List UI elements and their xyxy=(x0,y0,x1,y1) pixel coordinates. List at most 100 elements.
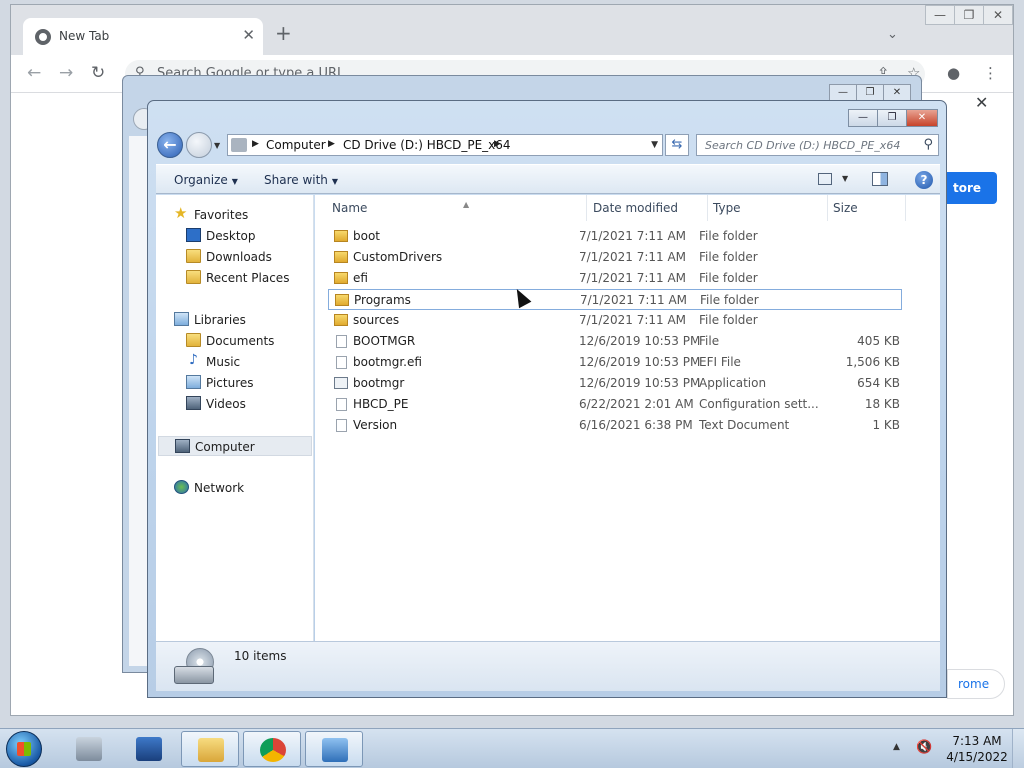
item-count: 10 items xyxy=(234,649,287,663)
nav-pictures[interactable]: Pictures xyxy=(186,373,306,393)
file-row[interactable]: Version 6/16/2021 6:38 PM Text Document 1 K… xyxy=(328,415,902,436)
start-button[interactable] xyxy=(6,731,42,767)
view-options-chevron-icon[interactable]: ▼ xyxy=(842,174,848,183)
file-row[interactable]: sources 7/1/2021 7:11 AM File folder xyxy=(328,310,902,331)
reload-icon[interactable]: ↻ xyxy=(91,63,105,83)
ntp-customize-chrome-button[interactable]: rome xyxy=(947,669,1005,699)
file-row[interactable]: BOOTMGR 12/6/2019 10:53 PM File 405 KB xyxy=(328,331,902,352)
clock[interactable]: 7:13 AM 4/15/2022 xyxy=(946,733,1008,765)
app-icon xyxy=(334,377,348,389)
ntp-close-icon[interactable]: ✕ xyxy=(975,93,988,112)
back-arrow-icon[interactable]: ← xyxy=(27,63,41,83)
nav-label: Recent Places xyxy=(206,271,290,285)
tab-close-icon[interactable]: ✕ xyxy=(242,26,255,44)
address-chevron-down-icon[interactable]: ▼ xyxy=(651,140,658,150)
nav-computer[interactable]: Computer xyxy=(158,436,312,456)
folder-icon xyxy=(334,314,348,326)
taskbar-control-panel[interactable] xyxy=(305,731,363,767)
file-row[interactable]: boot 7/1/2021 7:11 AM File folder xyxy=(328,226,902,247)
taskbar-powershell[interactable] xyxy=(120,731,178,767)
file-name: HBCD_PE xyxy=(353,397,409,411)
volume-muted-icon[interactable]: 🔇 xyxy=(916,740,932,755)
chrome-icon xyxy=(260,738,286,762)
file-date: 12/6/2019 10:53 PM xyxy=(579,355,701,369)
file-size: 405 KB xyxy=(857,334,900,348)
file-date: 6/16/2021 6:38 PM xyxy=(579,418,693,432)
nav-network[interactable]: Network xyxy=(174,478,304,498)
address-bar[interactable]: ▶ Computer ▶ CD Drive (D:) HBCD_PE_x64 ▶… xyxy=(227,134,663,156)
tab-search-chevron-icon[interactable]: ⌄ xyxy=(887,27,898,42)
file-size: 18 KB xyxy=(864,397,900,411)
new-tab-button[interactable]: + xyxy=(275,23,292,43)
breadcrumb-cd-drive[interactable]: CD Drive (D:) HBCD_PE_x64 xyxy=(343,138,511,152)
maximize-button[interactable]: ❐ xyxy=(954,5,984,25)
nav-documents[interactable]: Documents xyxy=(186,331,306,351)
close-button[interactable]: ✕ xyxy=(906,109,938,127)
column-header-type[interactable]: Type xyxy=(708,195,828,221)
menu-kebab-icon[interactable]: ⋮ xyxy=(983,64,998,82)
search-input[interactable]: Search CD Drive (D:) HBCD_PE_x64 ⚲ xyxy=(696,134,939,156)
show-desktop-button[interactable] xyxy=(1012,729,1024,768)
recent-pages-chevron-icon[interactable]: ▼ xyxy=(214,141,220,150)
chrome-window-controls: — ❐ ✕ xyxy=(925,5,1013,25)
share-with-button[interactable]: Share with ▼ xyxy=(264,173,338,187)
nav-label: Videos xyxy=(206,397,246,411)
taskbar-chrome[interactable] xyxy=(243,731,301,767)
minimize-button[interactable]: — xyxy=(925,5,955,25)
file-name: CustomDrivers xyxy=(353,250,443,264)
nav-desktop[interactable]: Desktop xyxy=(186,226,306,246)
column-header-date[interactable]: Date modified xyxy=(588,195,708,221)
preview-pane-icon[interactable] xyxy=(872,172,888,186)
star-icon: ★ xyxy=(174,204,188,222)
file-icon xyxy=(336,356,347,369)
ntp-store-button[interactable]: tore xyxy=(943,172,997,204)
breadcrumb-computer[interactable]: Computer xyxy=(266,138,326,152)
file-name: boot xyxy=(353,229,381,243)
file-type: EFI File xyxy=(699,355,741,369)
nav-music[interactable]: ♪ Music xyxy=(186,352,306,372)
forward-arrow-icon[interactable]: → xyxy=(59,63,73,83)
file-row[interactable]: bootmgr 12/6/2019 10:53 PM Application 654 … xyxy=(328,373,902,394)
file-row[interactable]: CustomDrivers 7/1/2021 7:11 AM File folder xyxy=(328,247,902,268)
file-date: 12/6/2019 10:53 PM xyxy=(579,376,701,390)
forward-button[interactable] xyxy=(186,132,212,158)
command-bar: Organize ▼ Share with ▼ ▼ ? xyxy=(156,164,940,194)
file-row[interactable]: bootmgr.efi 12/6/2019 10:53 PM EFI File 1,5… xyxy=(328,352,902,373)
organize-button[interactable]: Organize ▼ xyxy=(174,173,238,187)
server-manager-icon xyxy=(76,737,102,761)
nav-libraries[interactable]: Libraries xyxy=(174,310,304,330)
file-type: File folder xyxy=(699,229,758,243)
nav-label: Downloads xyxy=(206,250,272,264)
breadcrumb-arrow-icon[interactable]: ▶ xyxy=(494,139,501,149)
back-button[interactable]: ← xyxy=(157,132,183,158)
column-header-name[interactable]: ▲ Name xyxy=(327,195,587,221)
file-row[interactable]: Programs 7/1/2021 7:11 AM File folder xyxy=(328,289,902,310)
nav-recent-places[interactable]: Recent Places xyxy=(186,268,306,288)
change-view-icon[interactable] xyxy=(818,173,832,185)
taskbar-server-manager[interactable] xyxy=(60,731,118,767)
breadcrumb-arrow-icon[interactable]: ▶ xyxy=(328,139,335,149)
documents-icon xyxy=(186,333,201,347)
maximize-button[interactable]: ❐ xyxy=(877,109,907,127)
refresh-button[interactable]: ⇆ xyxy=(665,134,689,156)
help-icon[interactable]: ? xyxy=(915,171,933,189)
tab-new-tab[interactable]: New Tab ✕ xyxy=(23,18,263,55)
minimize-button[interactable]: — xyxy=(848,109,878,127)
file-name: bootmgr xyxy=(353,376,405,390)
nav-downloads[interactable]: Downloads xyxy=(186,247,306,267)
taskbar-explorer[interactable] xyxy=(181,731,239,767)
column-label: Date modified xyxy=(593,201,679,215)
pictures-icon xyxy=(186,375,201,389)
profile-icon[interactable]: ● xyxy=(947,64,960,82)
nav-favorites[interactable]: ★ Favorites xyxy=(174,204,304,225)
nav-videos[interactable]: Videos xyxy=(186,394,306,414)
chevron-down-icon: ▼ xyxy=(231,177,238,186)
file-row[interactable]: efi 7/1/2021 7:11 AM File folder xyxy=(328,268,902,289)
column-header-size[interactable]: Size xyxy=(828,195,906,221)
search-icon[interactable]: ⚲ xyxy=(923,137,933,152)
file-row[interactable]: HBCD_PE 6/22/2021 2:01 AM Configuration se… xyxy=(328,394,902,415)
control-panel-icon xyxy=(322,738,348,762)
breadcrumb-arrow-icon[interactable]: ▶ xyxy=(252,139,259,149)
close-button[interactable]: ✕ xyxy=(983,5,1013,25)
show-hidden-icons-icon[interactable]: ▲ xyxy=(893,742,900,752)
